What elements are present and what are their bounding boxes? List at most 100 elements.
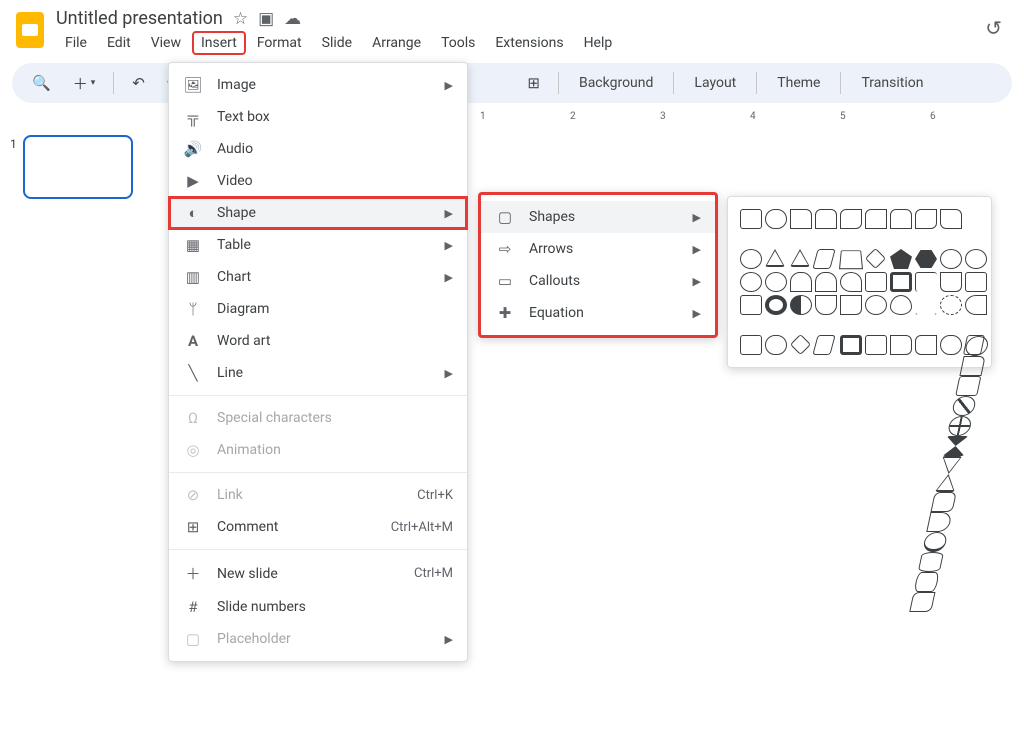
- shape-flowchart-delay[interactable]: [931, 492, 957, 512]
- shape-flowchart-terminator[interactable]: [940, 335, 962, 355]
- shape-pentagon[interactable]: [890, 249, 912, 269]
- shape-sun[interactable]: [940, 295, 962, 315]
- menu-file[interactable]: File: [56, 31, 96, 55]
- shape-pie[interactable]: [790, 272, 812, 292]
- shape-moon[interactable]: [965, 295, 987, 315]
- shape-teardrop[interactable]: [840, 272, 862, 292]
- slide-thumbnail-1[interactable]: [23, 135, 133, 199]
- shape-chord[interactable]: [815, 272, 837, 292]
- shape-round-same-side[interactable]: [890, 209, 912, 229]
- menu-tools[interactable]: Tools: [432, 31, 484, 55]
- shape-folded-corner[interactable]: [840, 295, 862, 315]
- shape-callouts[interactable]: ▭Callouts▶: [481, 265, 715, 297]
- shape-half-frame[interactable]: [890, 272, 912, 292]
- shape-rounded-rectangle[interactable]: [765, 209, 787, 229]
- menu-arrange[interactable]: Arrange: [363, 31, 430, 55]
- shape-brace-pair[interactable]: [812, 335, 835, 355]
- shape-flowchart-offpage[interactable]: [959, 356, 985, 376]
- insert-textbox[interactable]: ╦Text box: [169, 101, 467, 133]
- document-title[interactable]: Untitled presentation: [56, 8, 223, 29]
- shape-arc[interactable]: [765, 335, 787, 355]
- shape-no-symbol[interactable]: [790, 295, 812, 315]
- shape-l-shape[interactable]: [915, 272, 937, 292]
- shape-flowchart-sequential[interactable]: [922, 532, 948, 552]
- menu-insert[interactable]: Insert: [192, 31, 246, 55]
- shape-flowchart-magnetic-disk[interactable]: [918, 552, 944, 572]
- transition-button[interactable]: Transition: [851, 75, 933, 91]
- star-icon[interactable]: ☆: [233, 9, 248, 29]
- shape-left-brace[interactable]: [890, 335, 912, 355]
- shape-smiley[interactable]: [865, 295, 887, 315]
- shape-right-brace[interactable]: [915, 335, 937, 355]
- shape-round-diagonal[interactable]: [915, 209, 937, 229]
- shape-octagon[interactable]: [965, 249, 987, 269]
- menu-extensions[interactable]: Extensions: [486, 31, 572, 55]
- background-button[interactable]: Background: [569, 75, 663, 91]
- shape-heptagon[interactable]: [940, 249, 962, 269]
- shape-arrows[interactable]: ⇨Arrows▶: [481, 233, 715, 265]
- shape-flowchart-or[interactable]: [947, 416, 973, 436]
- shape-round-single[interactable]: [865, 209, 887, 229]
- shape-snip-round[interactable]: [940, 209, 962, 229]
- insert-shape[interactable]: ◐Shape▶: [169, 197, 467, 229]
- menu-format[interactable]: Format: [248, 31, 311, 55]
- menu-view[interactable]: View: [142, 31, 190, 55]
- slides-logo[interactable]: [16, 12, 44, 48]
- undo-button[interactable]: ↶: [124, 70, 153, 96]
- shape-equation[interactable]: ✚Equation▶: [481, 297, 715, 329]
- shape-snip-same-side[interactable]: [815, 209, 837, 229]
- insert-audio[interactable]: 🔊Audio: [169, 133, 467, 165]
- shape-flowchart-connector[interactable]: [964, 336, 990, 356]
- insert-line[interactable]: ╲Line▶: [169, 357, 467, 389]
- shape-parallelogram[interactable]: [812, 249, 835, 269]
- insert-new-slide[interactable]: ＋New slideCtrl+M: [169, 556, 467, 591]
- insert-image[interactable]: 🖼Image▶: [169, 69, 467, 101]
- shape-left-bracket[interactable]: [840, 335, 862, 355]
- shape-flowchart-stored-data[interactable]: [926, 512, 952, 532]
- shape-oval[interactable]: [740, 249, 762, 269]
- add-comment-button[interactable]: ⊞: [519, 70, 548, 96]
- shape-lightning[interactable]: [915, 295, 937, 315]
- shape-shapes[interactable]: ▢Shapes▶: [481, 201, 715, 233]
- shape-decagon[interactable]: [740, 272, 762, 292]
- shape-flowchart-extract[interactable]: [935, 474, 959, 492]
- menu-help[interactable]: Help: [575, 31, 622, 55]
- shape-flowchart-card[interactable]: [955, 376, 981, 396]
- shape-snip-diagonal[interactable]: [840, 209, 862, 229]
- insert-slide-numbers[interactable]: #Slide numbers: [169, 591, 467, 623]
- shape-cross[interactable]: [965, 272, 987, 292]
- shape-heart[interactable]: [890, 295, 912, 315]
- shape-right-triangle[interactable]: [790, 249, 810, 267]
- shape-right-bracket[interactable]: [865, 335, 887, 355]
- search-menus-button[interactable]: 🔍: [24, 70, 59, 96]
- version-history-icon[interactable]: ↺: [985, 16, 1002, 40]
- menu-edit[interactable]: Edit: [98, 31, 140, 55]
- shape-dodecagon[interactable]: [765, 272, 787, 292]
- shape-hexagon[interactable]: [915, 249, 937, 269]
- shape-triangle[interactable]: [765, 249, 785, 267]
- shape-flowchart-collate[interactable]: [942, 436, 968, 456]
- insert-table[interactable]: ▦Table▶: [169, 229, 467, 261]
- new-slide-button[interactable]: ＋▾: [65, 69, 104, 98]
- insert-video[interactable]: ▶Video: [169, 165, 467, 197]
- shape-frame[interactable]: [865, 272, 887, 292]
- menu-slide[interactable]: Slide: [313, 31, 361, 55]
- shape-cloud[interactable]: [740, 335, 762, 355]
- shape-snip-corner[interactable]: [790, 209, 812, 229]
- insert-chart[interactable]: ▥Chart▶: [169, 261, 467, 293]
- shape-flowchart-merge[interactable]: [939, 456, 963, 474]
- cloud-status-icon[interactable]: ☁: [284, 9, 301, 29]
- shape-donut[interactable]: [765, 295, 787, 315]
- move-icon[interactable]: ▣: [258, 9, 274, 29]
- insert-diagram[interactable]: ᛘDiagram: [169, 293, 467, 325]
- shape-flowchart-data[interactable]: [963, 335, 985, 355]
- layout-button[interactable]: Layout: [684, 75, 746, 91]
- shape-flowchart-display[interactable]: [909, 592, 935, 612]
- insert-comment[interactable]: ⊞CommentCtrl+Alt+M: [169, 511, 467, 543]
- shape-bracket-pair[interactable]: [790, 334, 811, 355]
- shape-block-arc[interactable]: [815, 295, 837, 315]
- shape-flowchart-summing[interactable]: [951, 396, 977, 416]
- shape-diamond[interactable]: [865, 248, 886, 269]
- shape-flowchart-direct-access[interactable]: [913, 572, 939, 592]
- shape-diagonal-stripe[interactable]: [940, 272, 962, 292]
